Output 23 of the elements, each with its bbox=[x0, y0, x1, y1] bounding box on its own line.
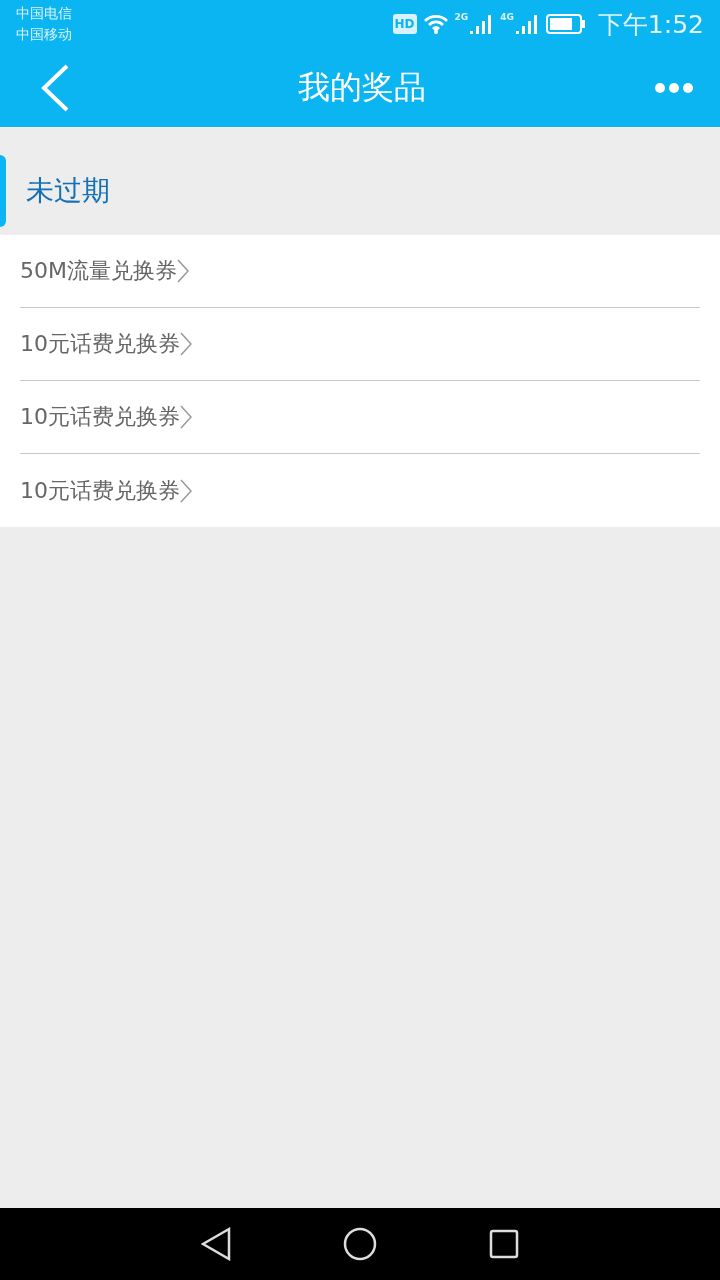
network-type: 4G bbox=[500, 11, 514, 22]
chevron-icon bbox=[180, 332, 192, 356]
section-title: 未过期 bbox=[26, 173, 110, 209]
prize-item[interactable]: 10元话费兑换券 bbox=[20, 475, 180, 506]
prize-item[interactable]: 50M流量兑换券 bbox=[20, 256, 177, 286]
network-type: 2G bbox=[454, 11, 469, 22]
carrier-name: 中国移动 bbox=[16, 25, 72, 44]
signal-icon bbox=[513, 13, 540, 35]
home-nav-icon[interactable] bbox=[343, 1227, 377, 1261]
carrier-name: 中国电信 bbox=[16, 4, 72, 23]
prize-item[interactable]: 10元话费兑换券 bbox=[20, 329, 180, 359]
chevron-icon bbox=[177, 259, 189, 283]
section-marker bbox=[0, 155, 6, 227]
clock-time: 下午1:52 bbox=[597, 8, 704, 41]
battery-icon bbox=[545, 14, 586, 34]
hd-badge: HD bbox=[392, 14, 417, 34]
back-nav-icon[interactable] bbox=[201, 1227, 231, 1261]
chevron-icon bbox=[180, 478, 192, 503]
page-title: 我的奖品 bbox=[298, 66, 426, 108]
chevron-icon bbox=[180, 405, 192, 429]
recents-nav-icon[interactable] bbox=[489, 1229, 519, 1259]
wifi-icon bbox=[422, 13, 449, 35]
prize-item[interactable]: 10元话费兑换券 bbox=[20, 402, 180, 432]
